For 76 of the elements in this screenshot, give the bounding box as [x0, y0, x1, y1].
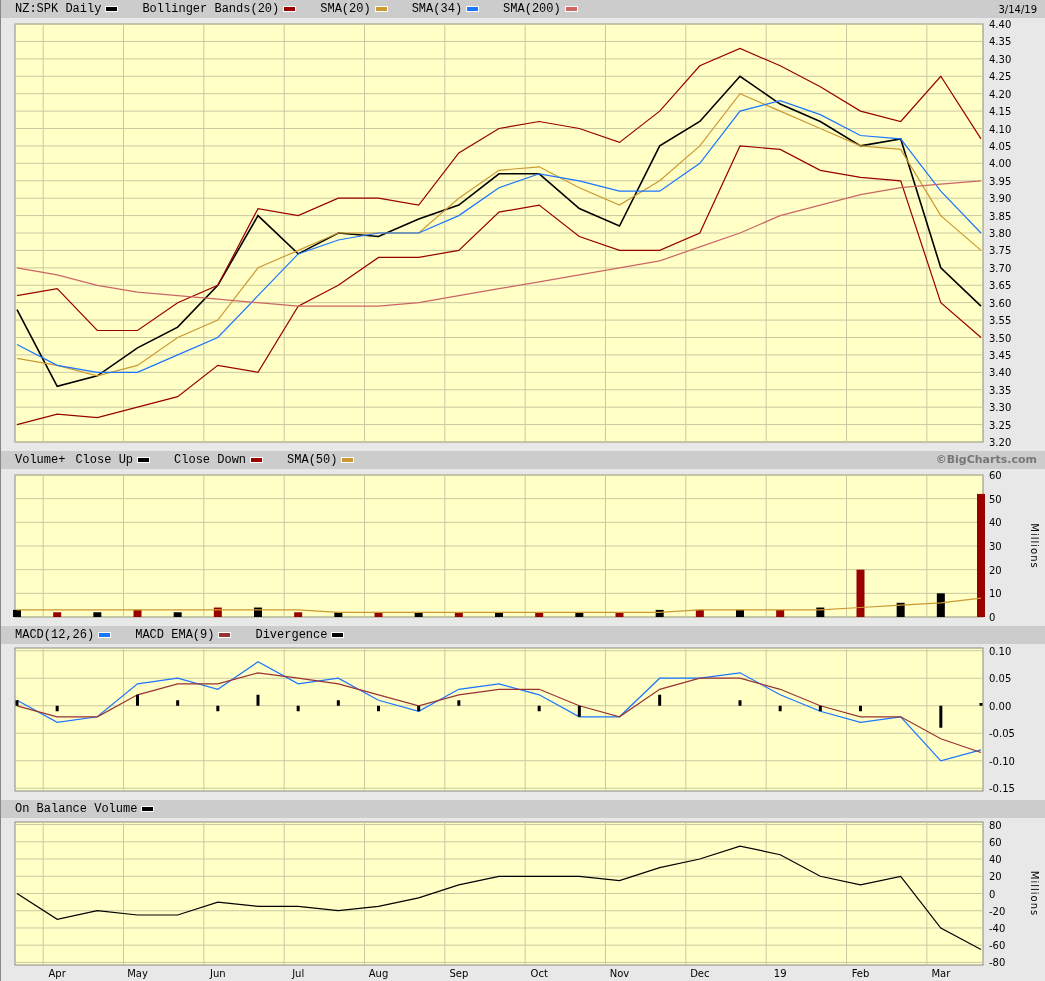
axis-label: -20 [989, 905, 1006, 917]
legend-label: MACD EMA(9) [135, 627, 215, 644]
legend-label: SMA(34) [411, 1, 463, 18]
axis-label: 0.00 [989, 700, 1012, 712]
axis-label: 80 [989, 819, 1002, 831]
axis-label: 3.30 [989, 402, 1012, 414]
legend-label: MACD(12,26) [15, 627, 95, 644]
legend-label: Divergence [255, 627, 328, 644]
axis-label: 4.00 [989, 158, 1012, 170]
legend-title: Volume+ [15, 452, 66, 469]
axis-label: -60 [989, 940, 1006, 952]
axis-label: 3.40 [989, 367, 1012, 379]
axis-label: 3.75 [989, 245, 1012, 257]
axis-label: Jun [210, 968, 226, 979]
axis-label: 0 [989, 612, 996, 623]
axis-label: 3.55 [989, 315, 1012, 327]
axis-label: 4.35 [989, 36, 1012, 48]
axis-label: 60 [989, 836, 1002, 848]
legend-label: SMA(200) [503, 1, 561, 18]
axis-label: 3.70 [989, 262, 1012, 274]
axis-label: 4.30 [989, 53, 1012, 65]
axis-label: -0.15 [989, 783, 1015, 795]
credit-text: ©BigCharts.com [935, 451, 1037, 468]
axis-label: Apr [48, 968, 66, 979]
axis-label: 3.65 [989, 280, 1012, 292]
chart-date: 3/14/19 [998, 2, 1037, 17]
axis-label: 3.20 [989, 437, 1012, 448]
axis-label: 60 [989, 470, 1002, 481]
axis-label: 4.05 [989, 140, 1012, 152]
axis-label: 3.60 [989, 297, 1012, 309]
axis-label: 4.25 [989, 71, 1012, 83]
axis-label: Oct [530, 968, 548, 979]
legend-label: On Balance Volume [15, 801, 138, 818]
legend-label: SMA(50) [287, 452, 338, 469]
axis-label: 3.90 [989, 193, 1012, 205]
axis-label: 40 [989, 517, 1002, 529]
axis-unit: Millions [1029, 870, 1040, 917]
legend-label: Bollinger Bands(20) [142, 1, 280, 18]
axis-label: 3.80 [989, 228, 1012, 239]
axis-label: 20 [989, 564, 1002, 576]
axis-label: 4.15 [989, 106, 1012, 118]
axis-label: Feb [851, 968, 870, 979]
legend-label: Close Up [75, 452, 134, 469]
axis-label: 3.35 [989, 384, 1012, 396]
axis-label: 4.40 [989, 19, 1012, 30]
axis-label: 3.50 [989, 332, 1012, 344]
axis-label: 3.25 [989, 419, 1012, 431]
axis-label: Nov [609, 968, 630, 979]
axis-label: 3.45 [989, 349, 1012, 361]
axis-label: -0.10 [989, 755, 1015, 767]
axis-label: -0.05 [989, 728, 1015, 740]
axis-label: 50 [989, 493, 1002, 505]
legend-label: SMA(20) [320, 1, 371, 18]
axis-label: 0 [989, 888, 996, 900]
legend-label: NZ:SPK Daily [15, 1, 102, 18]
axis-label: May [127, 968, 148, 979]
legend-label: Close Down [174, 452, 247, 469]
axis-unit: Millions [1029, 523, 1040, 569]
axis-label: 19 [773, 968, 787, 979]
axis-label: 3.85 [989, 210, 1012, 222]
axis-label: Aug [368, 968, 389, 979]
axis-label: 40 [989, 854, 1002, 866]
axis-label: 20 [989, 871, 1002, 883]
axis-label: Dec [690, 968, 710, 979]
axis-label: -80 [989, 957, 1006, 969]
axis-label: 4.20 [989, 88, 1012, 100]
axis-label: 10 [989, 588, 1002, 600]
axis-label: 0.10 [989, 645, 1012, 657]
axis-label: Jul [292, 968, 305, 979]
axis-label: 30 [989, 541, 1002, 552]
axis-label: -40 [989, 922, 1006, 934]
axis-label: Sep [449, 968, 469, 979]
axis-label: 0.05 [989, 673, 1012, 685]
axis-label: 3.95 [989, 175, 1012, 187]
axis-label: 4.10 [989, 123, 1012, 135]
axis-label: Mar [931, 968, 951, 979]
